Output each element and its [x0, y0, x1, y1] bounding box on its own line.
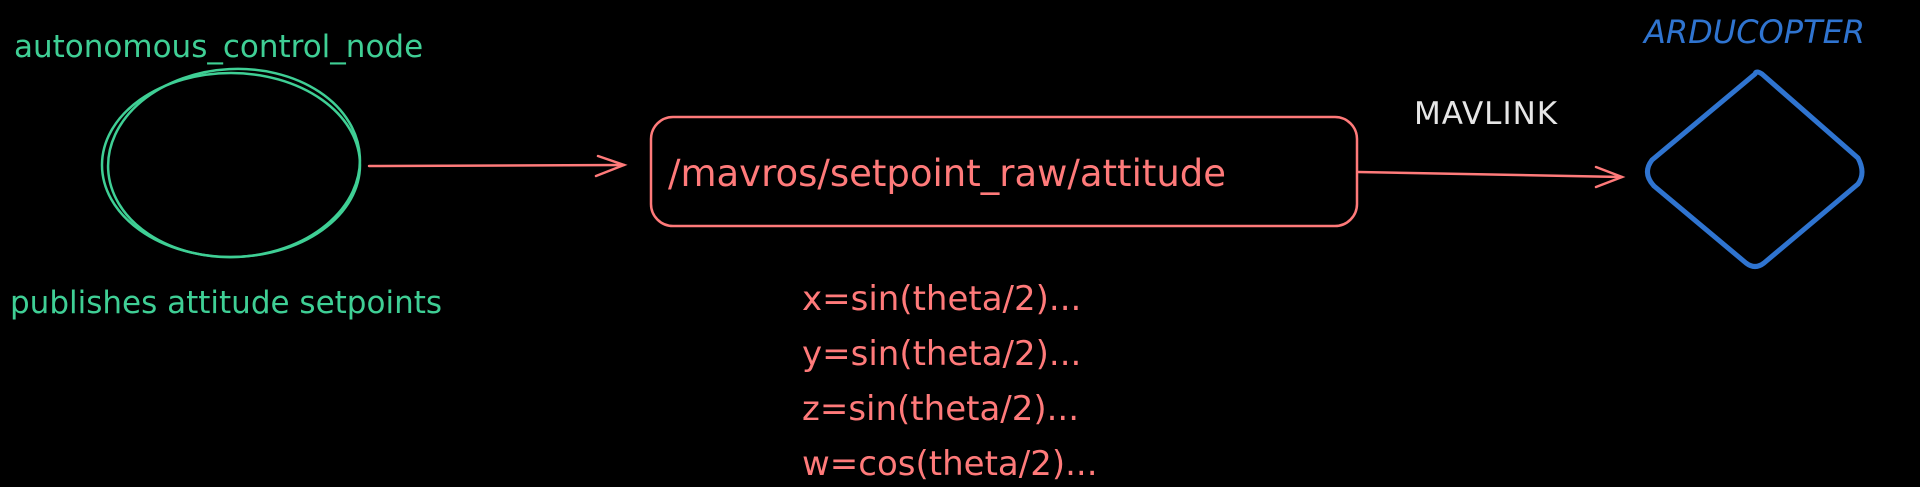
- formula-list: x=sin(theta/2)... y=sin(theta/2)... z=si…: [802, 272, 1202, 487]
- node-ellipse: [100, 67, 362, 259]
- diagram-canvas: autonomous_control_node publishes attitu…: [0, 0, 1920, 487]
- arrow-node-to-topic: [367, 154, 628, 178]
- arrow-topic-to-target: [1356, 165, 1626, 189]
- formula-x: x=sin(theta/2)...: [802, 279, 1082, 319]
- protocol-label: MAVLINK: [1414, 96, 1559, 132]
- node-name-label: autonomous_control_node: [14, 29, 424, 65]
- node-description-label: publishes attitude setpoints: [10, 285, 443, 321]
- target-name-label: ARDUCOPTER: [1644, 13, 1866, 51]
- formula-w: w=cos(theta/2)...: [802, 444, 1098, 484]
- formula-z: z=sin(theta/2)...: [802, 389, 1080, 429]
- topic-name-label: /mavros/setpoint_raw/attitude: [668, 152, 1227, 195]
- target-diamond: [1645, 69, 1865, 269]
- formula-y: y=sin(theta/2)...: [802, 334, 1082, 374]
